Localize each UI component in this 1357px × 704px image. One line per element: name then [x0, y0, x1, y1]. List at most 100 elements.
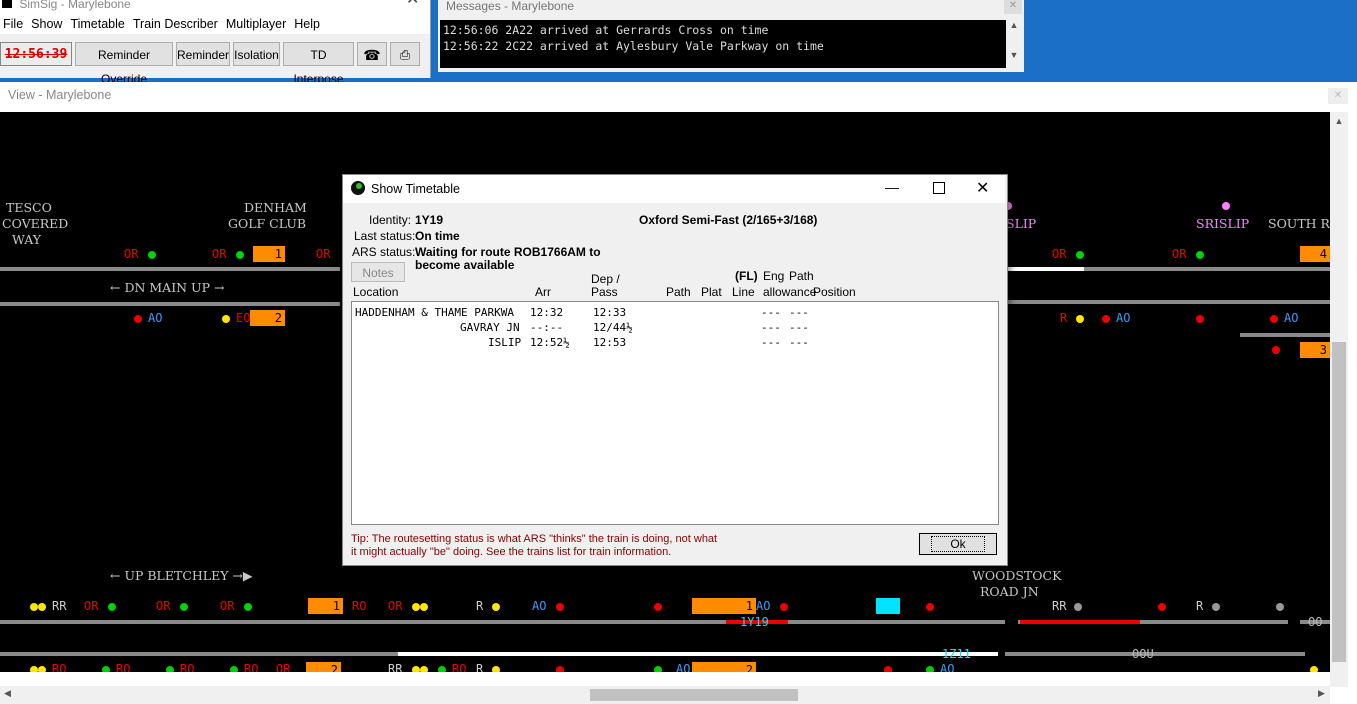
menu-timetable[interactable]: Timetable — [67, 14, 129, 31]
signal[interactable] — [1310, 666, 1318, 672]
scroll-right-icon[interactable]: ▶ — [1318, 688, 1325, 699]
view-vertical-scroll-thumb[interactable] — [1332, 342, 1346, 662]
td-interpose-button[interactable]: TD Interpose — [283, 42, 354, 86]
signal-code[interactable]: RR — [1052, 599, 1066, 613]
signal-code[interactable]: RO — [52, 662, 66, 672]
messages-list[interactable]: 12:56:06 2A22 arrived at Gerrards Cross … — [440, 20, 1006, 68]
minimize-icon[interactable]: — — [885, 179, 899, 195]
td-berth[interactable]: 1 — [308, 598, 343, 614]
view-horizontal-scroll-thumb[interactable] — [590, 689, 798, 701]
close-icon[interactable]: ✕ — [976, 178, 989, 198]
signal-code[interactable]: AO — [1116, 311, 1130, 325]
td-berth[interactable]: 3 — [1300, 342, 1330, 358]
close-icon[interactable]: ✕ — [1328, 88, 1348, 104]
signal[interactable] — [1102, 315, 1110, 323]
td-berth[interactable]: 1 — [692, 598, 756, 614]
signal-code[interactable]: R — [1196, 599, 1203, 613]
signal-code[interactable]: OR — [1172, 247, 1186, 261]
td-berth[interactable]: 2 — [692, 662, 756, 672]
signal[interactable] — [1196, 315, 1204, 323]
td-berth[interactable]: 1 — [253, 246, 285, 262]
signal[interactable] — [492, 666, 500, 672]
signal[interactable] — [166, 666, 174, 672]
signal-code[interactable]: OR — [124, 247, 138, 261]
signal[interactable] — [654, 603, 662, 611]
reminder-button[interactable]: Reminder — [176, 42, 230, 66]
highlighted-berth[interactable] — [876, 598, 900, 614]
table-row[interactable]: GAVRAY JN --:-- 12/44½ --- --- — [352, 321, 992, 336]
signal[interactable] — [1076, 251, 1084, 259]
signal[interactable] — [412, 603, 420, 611]
signal[interactable] — [148, 251, 156, 259]
maximize-icon[interactable] — [933, 182, 945, 194]
signal[interactable] — [654, 666, 662, 672]
signal-code[interactable]: RR — [52, 599, 66, 613]
signal[interactable] — [926, 603, 934, 611]
isolation-button[interactable]: Isolation — [233, 42, 280, 66]
scroll-up-icon[interactable]: ▲ — [1006, 20, 1022, 30]
signal-code[interactable]: OR — [1052, 247, 1066, 261]
signal[interactable] — [556, 603, 564, 611]
signal[interactable] — [180, 603, 188, 611]
signal-code[interactable]: R — [1060, 311, 1067, 325]
signal[interactable] — [420, 603, 428, 611]
signal[interactable] — [236, 251, 244, 259]
signal-code[interactable]: AO — [940, 662, 954, 672]
menu-help[interactable]: Help — [291, 14, 325, 31]
signal[interactable] — [38, 666, 46, 672]
signal[interactable] — [30, 603, 38, 611]
signal[interactable] — [926, 666, 934, 672]
close-icon[interactable]: ✕ — [1004, 0, 1022, 14]
menu-show[interactable]: Show — [28, 14, 67, 31]
table-row[interactable]: HADDENHAM & THAME PARKWA 12:32 12:33 ---… — [352, 306, 992, 321]
signal-code[interactable]: EO — [236, 311, 250, 325]
signal-code[interactable]: OR — [220, 599, 234, 613]
signal-code[interactable]: OR — [388, 599, 402, 613]
signal-code[interactable]: OR — [276, 662, 290, 672]
signal[interactable] — [1276, 603, 1284, 611]
signal[interactable] — [780, 603, 788, 611]
signal-code[interactable]: AO — [148, 311, 162, 325]
signal[interactable] — [1270, 315, 1278, 323]
close-icon[interactable]: ✕ — [406, 0, 419, 8]
scroll-left-icon[interactable]: ◀ — [4, 688, 11, 699]
menu-file[interactable]: File — [0, 14, 28, 31]
signal[interactable] — [884, 666, 892, 672]
td-berth[interactable]: 4 — [1300, 246, 1330, 262]
signal-code[interactable]: RO — [244, 662, 258, 672]
signal[interactable] — [244, 603, 252, 611]
signal-code[interactable]: RO — [452, 662, 466, 672]
signal[interactable] — [222, 315, 230, 323]
signal[interactable] — [134, 315, 142, 323]
signal-code[interactable]: AO — [1284, 311, 1298, 325]
signal[interactable] — [38, 603, 46, 611]
signal-code[interactable]: AO — [756, 599, 770, 613]
signal[interactable] — [102, 666, 110, 672]
signal[interactable] — [30, 666, 38, 672]
signal-code[interactable]: OR — [316, 247, 330, 261]
signal-code[interactable]: OR — [156, 599, 170, 613]
signal[interactable] — [1212, 603, 1220, 611]
signal-code[interactable]: OR — [212, 247, 226, 261]
print-button[interactable]: ⎙ — [390, 42, 420, 66]
signal-code[interactable]: RO — [180, 662, 194, 672]
timetable-list[interactable]: HADDENHAM & THAME PARKWA 12:32 12:33 ---… — [351, 301, 999, 525]
signal[interactable] — [438, 666, 446, 672]
menu-train-describer[interactable]: Train Describer — [130, 14, 223, 31]
signal[interactable] — [420, 666, 428, 672]
reminder-override-button[interactable]: Reminder Override — [75, 42, 173, 86]
sim-clock[interactable]: 12:56:39 — [0, 42, 72, 66]
signal[interactable] — [1272, 346, 1280, 354]
signal[interactable] — [1196, 251, 1204, 259]
signal-code[interactable]: OR — [84, 599, 98, 613]
signal[interactable] — [1076, 315, 1084, 323]
notes-button[interactable]: Notes — [351, 262, 405, 282]
menu-multiplayer[interactable]: Multiplayer — [223, 14, 291, 31]
signal[interactable] — [1158, 603, 1166, 611]
signal[interactable] — [556, 666, 564, 672]
signal-code[interactable]: AO — [676, 662, 690, 672]
signal-code[interactable]: R — [476, 662, 483, 672]
train-description[interactable]: 1Y19 — [740, 615, 769, 629]
table-row[interactable]: ISLIP 12:52½ 12:53 --- --- — [352, 336, 992, 351]
scroll-up-icon[interactable]: ▲ — [1330, 112, 1348, 126]
